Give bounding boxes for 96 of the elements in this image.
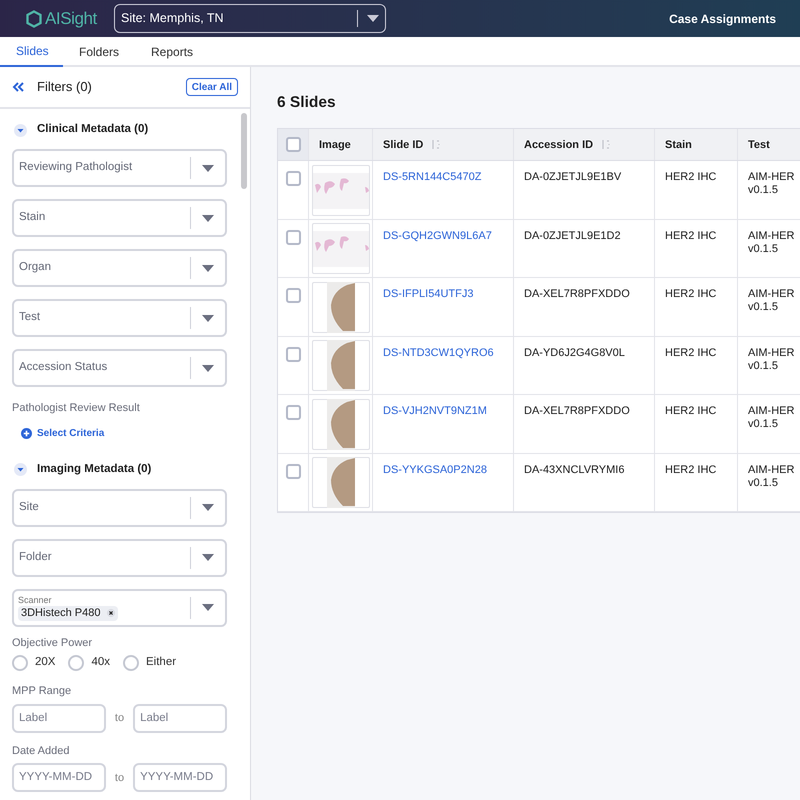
slide-id-link[interactable]: DS-NTD3CW1QYRO6 <box>383 346 503 360</box>
table-cell-text: HER2 IHC <box>665 346 718 360</box>
table-cell-text: DA-43XNCLVRYMI6 <box>524 464 626 477</box>
table-cell-text: HER2 IHC <box>665 405 718 418</box>
hexagon-logo-icon <box>26 10 42 28</box>
radio-option[interactable]: 40x <box>68 654 110 672</box>
column-header[interactable]: Image <box>309 129 373 160</box>
select-field[interactable]: Reviewing Pathologist <box>12 149 227 187</box>
radio-option[interactable]: 20X <box>12 654 56 672</box>
range-end-field[interactable]: Label <box>133 704 227 733</box>
select-field[interactable]: Accession Status <box>12 349 227 387</box>
caret-icon <box>202 314 214 322</box>
select-all-checkbox[interactable] <box>286 137 300 152</box>
radio-option[interactable]: Either <box>123 654 176 672</box>
column-header[interactable]: Slide ID <box>373 129 514 160</box>
range-start-field[interactable]: YYYY-MM-DD <box>12 763 106 792</box>
field-label: MPP Range <box>12 684 72 700</box>
select-criteria-button[interactable]: Select Criteria <box>21 426 104 440</box>
results-title: 6 Slides <box>277 93 337 113</box>
table-cell-text: HER2 IHC <box>665 288 718 302</box>
select-field[interactable]: Organ <box>12 249 227 287</box>
tab[interactable]: Folders <box>63 37 136 67</box>
row-checkbox[interactable] <box>286 405 300 420</box>
table-cell-text: AIM-HER v0.1.5 <box>748 171 796 198</box>
filter-chip[interactable]: 3DHistech P480 <box>18 606 118 620</box>
table-cell-text: DA-XEL7R8PFXDDO <box>524 405 631 418</box>
range-start-field[interactable]: Label <box>12 704 106 733</box>
select-field[interactable]: Test <box>12 299 227 337</box>
caret-icon <box>202 364 214 372</box>
caret-icon <box>202 264 214 272</box>
sort-icon <box>601 140 612 150</box>
sort-icon <box>431 140 442 150</box>
collapse-icon <box>12 82 25 92</box>
slide-id-link[interactable]: DS-IFPLI54UTFJ3 <box>383 288 503 302</box>
remove-icon <box>106 609 114 617</box>
table-cell-text: AIM-HER v0.1.5 <box>748 288 796 314</box>
caret-icon <box>202 554 214 561</box>
table-cell-text: AIM-HER v0.1.5 <box>748 464 796 490</box>
column-header[interactable]: Accession ID <box>514 129 655 160</box>
tab[interactable]: Slides <box>0 37 63 67</box>
tab[interactable]: Reports <box>135 37 210 67</box>
range-separator: to <box>114 711 124 726</box>
section-title: Clinical Metadata (0) <box>37 122 148 138</box>
slide-id-link[interactable]: DS-5RN144C5470Z <box>383 171 503 184</box>
plus-icon <box>21 428 32 438</box>
site-select[interactable]: Site: Memphis, TN <box>114 4 386 33</box>
table-cell-text: AIM-HER v0.1.5 <box>748 405 796 432</box>
slide-thumbnail[interactable] <box>312 398 370 450</box>
select-field[interactable]: Site <box>12 488 227 526</box>
field-label: Objective Power <box>12 636 94 650</box>
slide-id-link[interactable]: DS-GQH2GWN9L6A7 <box>383 230 503 243</box>
column-header[interactable]: Test <box>738 129 798 160</box>
table-cell-text: DA-0ZJETJL9E1D2 <box>524 230 622 243</box>
table-cell-text: AIM-HER v0.1.5 <box>748 230 796 256</box>
select-field[interactable]: Folder <box>12 538 227 576</box>
slide-thumbnail[interactable] <box>312 164 370 216</box>
filters-title: Filters (0) <box>37 78 92 96</box>
caret-icon <box>202 164 214 172</box>
scrollbar[interactable] <box>241 113 247 189</box>
slide-thumbnail[interactable] <box>312 282 370 332</box>
row-checkbox[interactable] <box>286 230 300 245</box>
clear-all-button[interactable]: Clear All <box>186 78 238 96</box>
radio-button[interactable] <box>123 654 140 671</box>
radio-button[interactable] <box>12 654 28 671</box>
case-assignments-link[interactable]: Case Assignments <box>669 10 776 28</box>
field-label: Pathologist Review Result <box>12 401 141 416</box>
table-cell-text: HER2 IHC <box>665 171 718 184</box>
table-cell-text: AIM-HER v0.1.5 <box>748 346 796 373</box>
table-cell-text: HER2 IHC <box>665 230 718 243</box>
range-separator: to <box>114 770 124 786</box>
scanner-select[interactable]: Scanner 3DHistech P480 <box>12 588 227 626</box>
slide-thumbnail[interactable] <box>312 340 370 391</box>
slide-id-link[interactable]: DS-VJH2NVT9NZ1M <box>383 405 503 418</box>
table-cell-text: DA-YD6J2G4G8V0L <box>524 346 626 360</box>
radio-button[interactable] <box>68 654 84 671</box>
field-label: Date Added <box>12 744 70 759</box>
row-checkbox[interactable] <box>286 464 300 479</box>
slide-id-link[interactable]: DS-YYKGSA0P2N28 <box>383 464 503 477</box>
select-field[interactable]: Stain <box>12 199 227 237</box>
section-title: Imaging Metadata (0) <box>37 462 152 477</box>
column-header[interactable]: Stain <box>655 129 738 160</box>
table-cell-text: DA-0ZJETJL9E1BV <box>524 171 622 184</box>
range-end-field[interactable]: YYYY-MM-DD <box>133 763 227 792</box>
logo-text: AISight <box>45 8 97 30</box>
caret-icon <box>367 15 379 22</box>
caret-icon <box>202 504 214 511</box>
slide-thumbnail[interactable] <box>312 457 370 508</box>
caret-icon <box>202 214 214 222</box>
row-checkbox[interactable] <box>286 171 300 186</box>
table-cell-text: DA-XEL7R8PFXDDO <box>524 288 631 302</box>
field-label: Scanner <box>18 594 53 606</box>
table-cell-text: HER2 IHC <box>665 464 718 477</box>
slide-thumbnail[interactable] <box>312 223 370 274</box>
caret-icon <box>202 604 214 611</box>
row-checkbox[interactable] <box>286 288 300 304</box>
row-checkbox[interactable] <box>286 346 300 362</box>
